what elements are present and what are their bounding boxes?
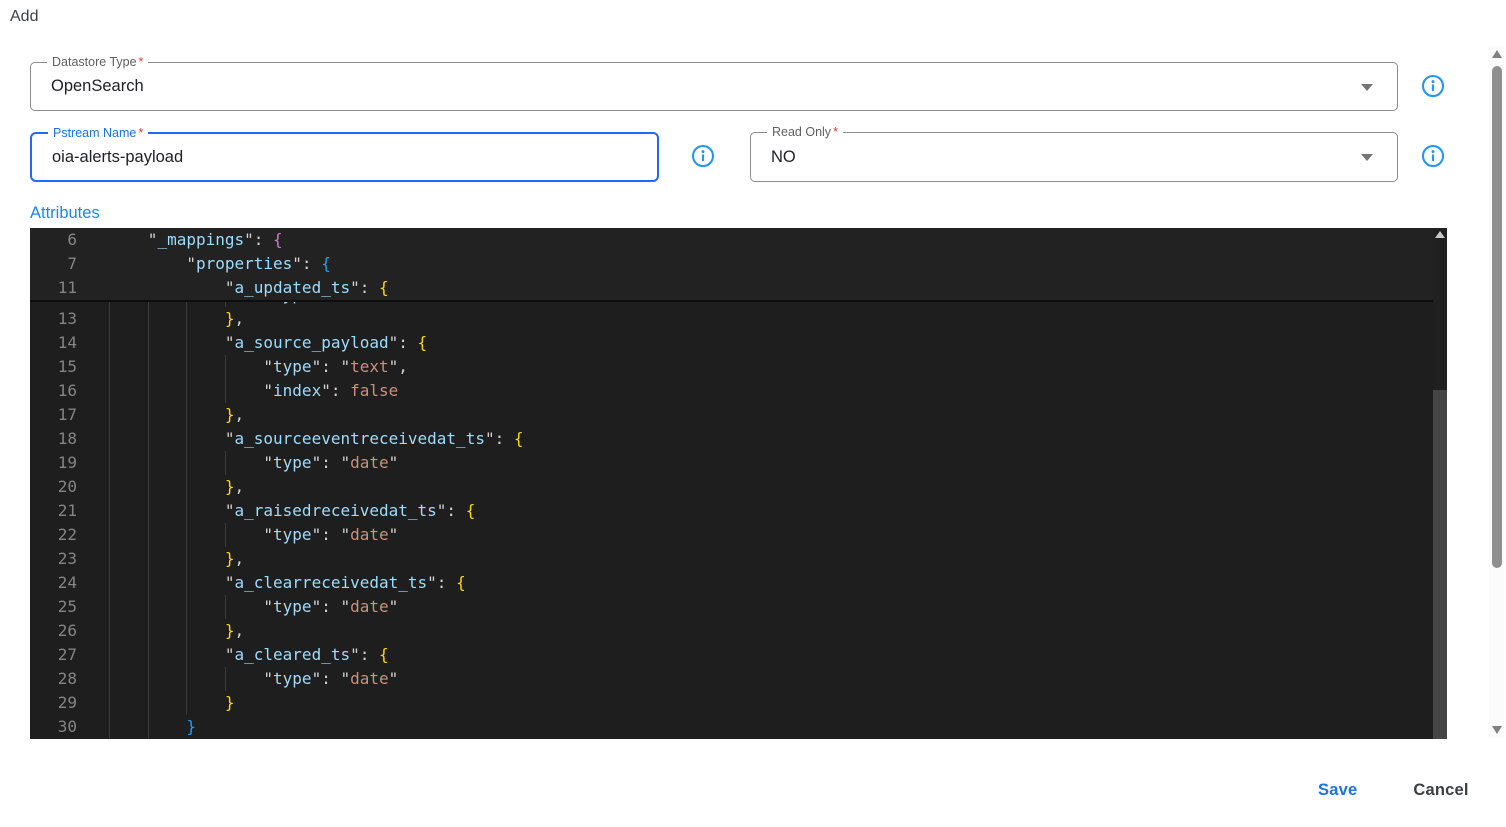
code-line: 15 "type": "text", — [30, 355, 1447, 379]
required-asterisk: * — [833, 125, 838, 139]
cancel-button[interactable]: Cancel — [1407, 777, 1474, 804]
line-number: 28 — [57, 669, 77, 688]
code-line: 22 "type": "date" — [30, 523, 1447, 547]
line-number: 23 — [57, 549, 77, 568]
dropdown-arrow-icon[interactable] — [1361, 83, 1373, 91]
line-number: 15 — [57, 357, 77, 376]
code-line: 7 "properties": { — [30, 252, 1447, 276]
code-line: 17 }, — [30, 403, 1447, 427]
line-number: 24 — [57, 573, 77, 592]
code-line: 14 "a_source_payload": { — [30, 331, 1447, 355]
code-line: 27 "a_cleared_ts": { — [30, 643, 1447, 667]
line-number: 18 — [57, 429, 77, 448]
page-title: Add — [10, 8, 39, 25]
code-line: 18 "a_sourceeventreceivedat_ts": { — [30, 427, 1447, 451]
code-line: 30 } — [30, 715, 1447, 739]
line-number: 6 — [67, 230, 77, 249]
attributes-code-editor[interactable]: 6 "_mappings": {7 "properties": {11 "a_u… — [30, 228, 1447, 739]
line-number: 26 — [57, 621, 77, 640]
code-line: 24 "a_clearreceivedat_ts": { — [30, 571, 1447, 595]
read-only-select[interactable]: Read Only * NO — [750, 124, 1398, 182]
editor-scroll-up-icon[interactable] — [1435, 231, 1445, 238]
page-scrollbar[interactable] — [1489, 46, 1505, 738]
read-only-info-icon[interactable] — [1421, 144, 1445, 168]
code-line: 25 "type": "date" — [30, 595, 1447, 619]
line-number: 7 — [67, 254, 77, 273]
code-line: 21 "a_raisedreceivedat_ts": { — [30, 499, 1447, 523]
code-line: 6 "_mappings": { — [30, 228, 1447, 252]
code-line: 16 "index": false — [30, 379, 1447, 403]
scroll-down-arrow-icon[interactable] — [1492, 726, 1502, 734]
datastore-type-select[interactable]: Datastore Type * OpenSearch — [30, 54, 1398, 111]
editor-scrollbar-thumb[interactable] — [1433, 390, 1447, 739]
code-line: 23 }, — [30, 547, 1447, 571]
line-number: 17 — [57, 405, 77, 424]
line-number: 11 — [57, 278, 77, 297]
code-line: 11 "a_updated_ts": { — [30, 276, 1447, 300]
line-number: 19 — [57, 453, 77, 472]
line-number: 21 — [57, 501, 77, 520]
datastore-type-value: OpenSearch — [51, 77, 144, 95]
line-number: 29 — [57, 693, 77, 712]
pstream-name-info-icon[interactable] — [691, 144, 715, 168]
pstream-name-input[interactable] — [52, 147, 612, 167]
line-number: 30 — [57, 717, 77, 736]
editor-lines: 13 }, 14 "a_source_payload": {15 "type": … — [30, 307, 1447, 739]
line-number: 27 — [57, 645, 77, 664]
editor-scrollbar[interactable] — [1433, 228, 1447, 739]
line-number: 22 — [57, 525, 77, 544]
line-number: 14 — [57, 333, 77, 352]
line-number: 13 — [57, 309, 77, 328]
code-line: 28 "type": "date" — [30, 667, 1447, 691]
scroll-up-arrow-icon[interactable] — [1492, 50, 1502, 58]
page-scrollbar-thumb[interactable] — [1492, 66, 1502, 568]
datastore-type-info-icon[interactable] — [1421, 74, 1445, 98]
save-button[interactable]: Save — [1312, 777, 1363, 804]
line-number: 20 — [57, 477, 77, 496]
line-number: 25 — [57, 597, 77, 616]
dropdown-arrow-icon[interactable] — [1361, 154, 1373, 161]
line-number: 16 — [57, 381, 77, 400]
code-line: 20 }, — [30, 475, 1447, 499]
editor-sticky-scroll: 6 "_mappings": {7 "properties": {11 "a_u… — [30, 228, 1447, 302]
code-line: 29 } — [30, 691, 1447, 715]
code-line: 13 }, — [30, 307, 1447, 331]
attributes-label: Attributes — [30, 204, 100, 222]
code-line: 19 "type": "date" — [30, 451, 1447, 475]
read-only-value: NO — [771, 147, 796, 166]
action-buttons: Save Cancel — [1312, 777, 1475, 804]
code-line: 26 }, — [30, 619, 1447, 643]
pstream-name-field[interactable]: Pstream Name * — [30, 125, 659, 182]
